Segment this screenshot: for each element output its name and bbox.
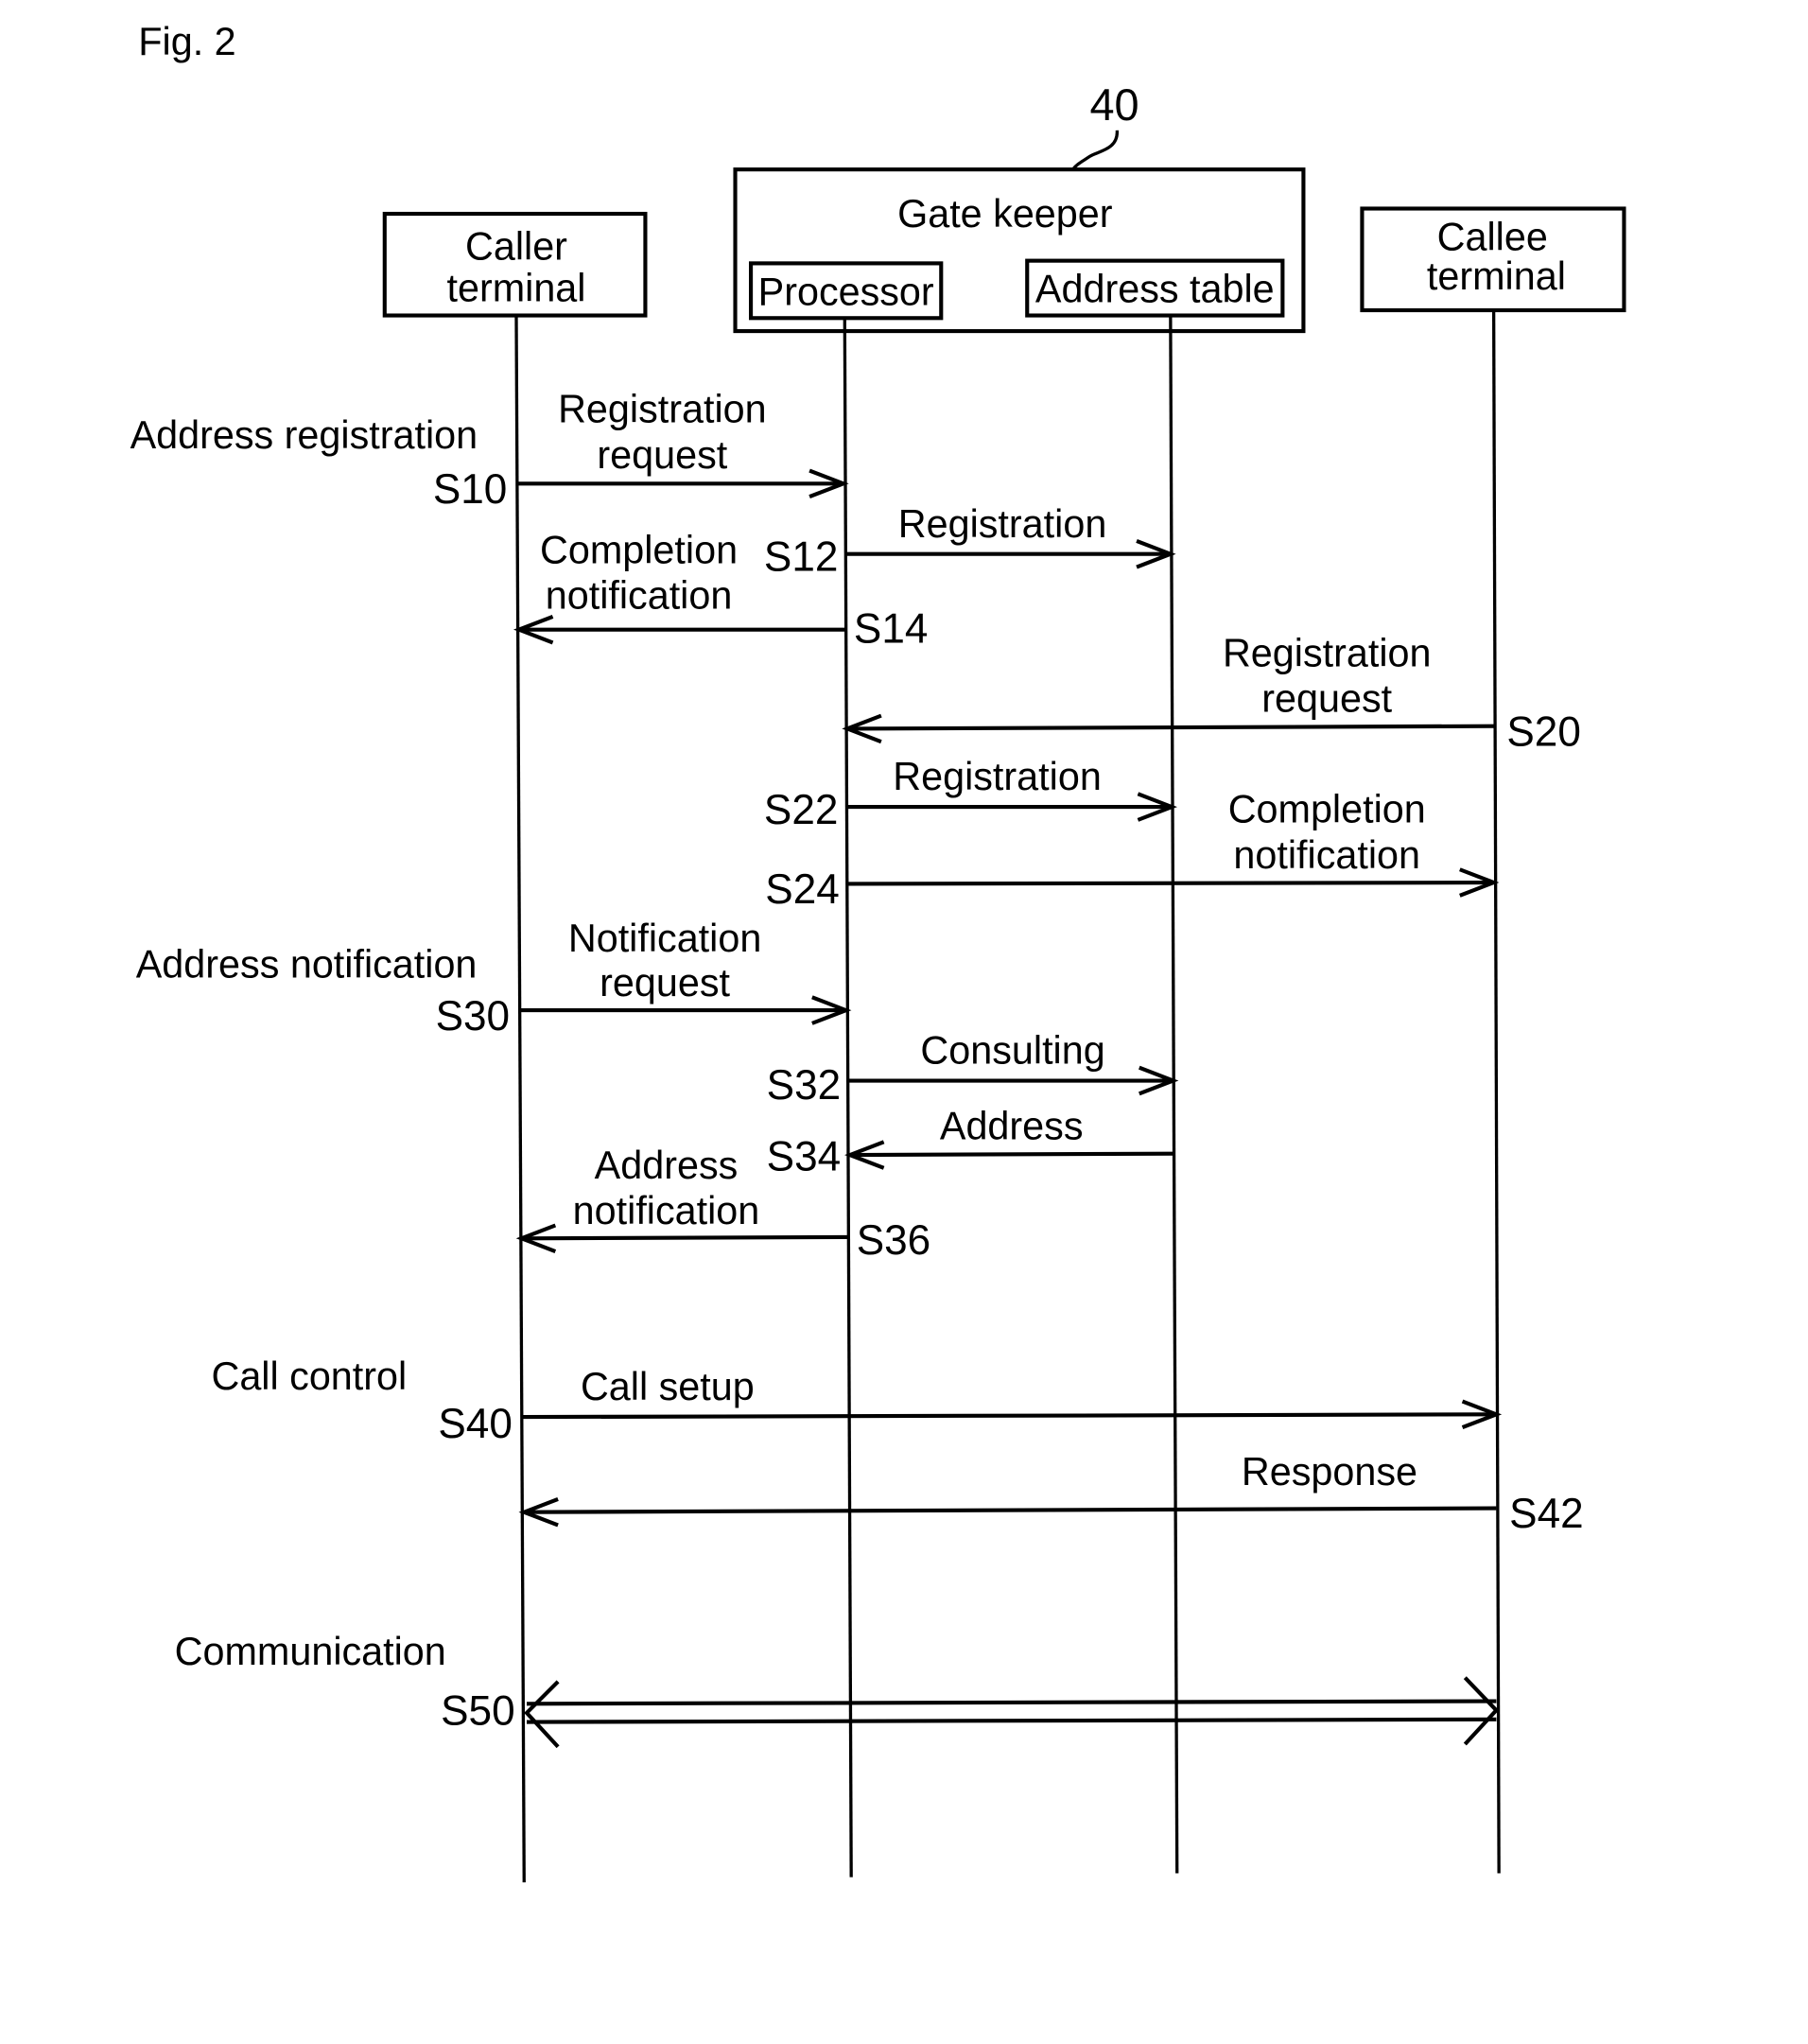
message-s24-label-2: notification — [1233, 833, 1420, 877]
message-s34-step: S34 — [767, 1134, 841, 1180]
address-table-label: Address table — [1035, 268, 1275, 311]
message-s24-step: S24 — [765, 866, 839, 913]
callee-lifeline — [1491, 310, 1501, 1874]
address-table-lifeline — [1169, 315, 1179, 1874]
message-s36-label-2: notification — [573, 1189, 760, 1232]
sequence-diagram: Fig. 2 40 Caller terminal Gate keeper Pr… — [130, 20, 1626, 1883]
message-s14-label-1: Completion — [540, 528, 738, 571]
message-s30-label-1: Notification — [568, 917, 761, 960]
message-s22: Registration S22 — [764, 755, 1177, 833]
address-table-box: Address table — [1025, 258, 1285, 318]
processor-label: Processor — [758, 270, 934, 313]
message-s42-step: S42 — [1509, 1491, 1583, 1537]
message-s24-label-1: Completion — [1228, 788, 1426, 831]
phase-label-call-control: Call control — [211, 1354, 407, 1398]
message-s30-label-2: request — [600, 961, 730, 1005]
message-s12-step: S12 — [764, 534, 838, 581]
message-s36-label-1: Address — [595, 1144, 739, 1187]
message-s30: Notification request S30 — [436, 917, 852, 1039]
reference-leader-line — [1071, 130, 1119, 171]
message-s36-step: S36 — [857, 1217, 930, 1264]
message-s40-step: S40 — [438, 1401, 512, 1447]
message-s10-step: S10 — [433, 466, 507, 513]
caller-terminal-label-1: Caller — [465, 224, 567, 268]
message-s42: Response S42 — [518, 1450, 1584, 1537]
message-s40: Call setup S40 — [438, 1365, 1503, 1447]
message-s20: Registration request S20 — [842, 631, 1581, 755]
reference-numeral: 40 — [1090, 80, 1139, 130]
callee-terminal-label-2: terminal — [1427, 254, 1566, 298]
message-s32-label: Consulting — [920, 1029, 1104, 1073]
message-s32-step: S32 — [767, 1062, 841, 1109]
message-s34-label: Address — [940, 1105, 1084, 1148]
message-s10-label-1: Registration — [558, 388, 767, 431]
caller-lifeline — [514, 315, 526, 1883]
message-s30-step: S30 — [436, 993, 510, 1039]
gatekeeper-label: Gate keeper — [897, 192, 1113, 236]
message-s12-label: Registration — [898, 502, 1107, 546]
phase-label-communication: Communication — [175, 1630, 446, 1673]
message-s20-label-2: request — [1261, 676, 1392, 720]
message-s50: S50 — [441, 1676, 1500, 1749]
caller-terminal-label-2: terminal — [446, 266, 585, 309]
message-s12: Registration S12 — [764, 502, 1176, 581]
message-s10: Registration request S10 — [433, 388, 849, 513]
message-s14-step: S14 — [854, 605, 928, 652]
message-s40-label: Call setup — [581, 1365, 755, 1408]
message-s20-label-1: Registration — [1223, 631, 1432, 674]
processor-lifeline — [843, 318, 853, 1878]
phase-label-address-registration: Address registration — [130, 413, 478, 457]
message-s42-label: Response — [1242, 1450, 1417, 1494]
message-s22-label: Registration — [893, 755, 1102, 798]
phase-label-address-notification: Address notification — [136, 943, 478, 987]
message-s32: Consulting S32 — [767, 1029, 1179, 1109]
message-s14-label-2: notification — [546, 574, 733, 618]
message-s34: Address S34 — [767, 1105, 1174, 1180]
figure-label: Fig. 2 — [138, 20, 235, 63]
gatekeeper-box: Gate keeper Processor Address table — [733, 167, 1306, 334]
caller-terminal-box: Caller terminal — [382, 211, 648, 318]
message-s50-step: S50 — [441, 1687, 514, 1734]
message-s22-step: S22 — [764, 787, 838, 833]
message-s10-label-2: request — [597, 433, 727, 477]
message-s20-step: S20 — [1506, 708, 1580, 755]
message-s14: Completion notification S14 — [513, 528, 928, 652]
callee-terminal-label-1: Callee — [1437, 216, 1548, 259]
processor-box: Processor — [748, 261, 944, 321]
callee-terminal-box: Callee terminal — [1360, 206, 1626, 313]
